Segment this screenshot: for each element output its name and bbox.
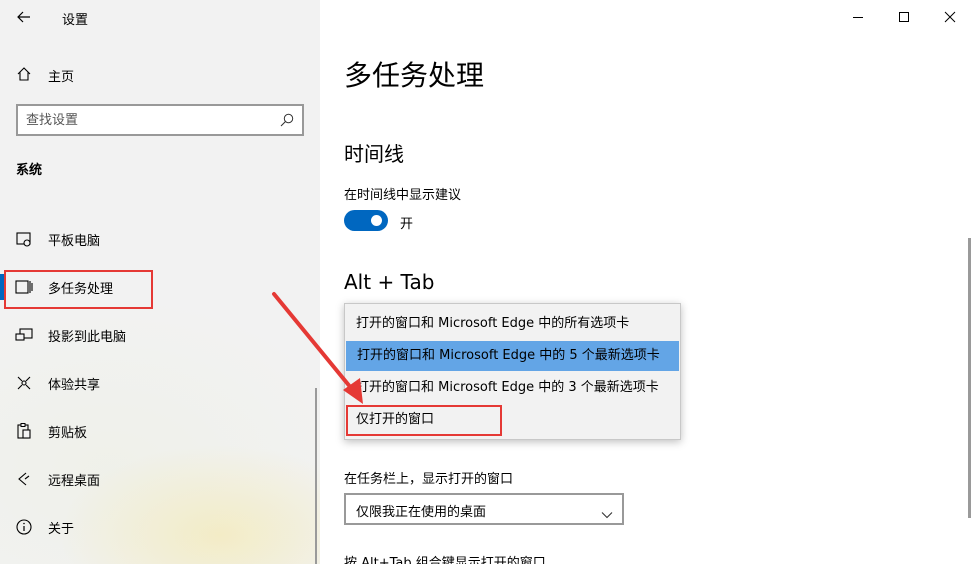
sidebar-item-label: 关于 [48, 522, 75, 537]
annotation-box-multitasking [4, 270, 153, 309]
select-value: 仅限我正在使用的桌面 [356, 505, 487, 520]
clipboard-icon [15, 422, 33, 440]
maximize-button[interactable] [887, 4, 921, 30]
alt-tab-cut-label: 按 Alt+Tab 组合键显示打开的窗口 [344, 556, 546, 564]
sidebar-item-shared[interactable]: 体验共享 [0, 362, 320, 402]
timeline-suggestions-label: 在时间线中显示建议 [344, 188, 462, 203]
page-title: 多任务处理 [344, 59, 485, 92]
maximize-icon [899, 12, 909, 22]
section-label-system: 系统 [16, 163, 43, 178]
back-arrow-icon [17, 11, 30, 23]
dropdown-option[interactable]: 打开的窗口和 Microsoft Edge 中的所有选项卡 [345, 309, 680, 339]
sidebar-item-label: 体验共享 [48, 378, 101, 393]
close-icon [944, 11, 956, 23]
dropdown-option-highlighted[interactable]: 打开的窗口和 Microsoft Edge 中的 5 个最新选项卡 [346, 341, 679, 371]
shared-experiences-icon [15, 374, 33, 392]
sidebar-item-clipboard[interactable]: 剪贴板 [0, 410, 320, 450]
taskbar-windows-select[interactable]: 仅限我正在使用的桌面 [344, 493, 624, 525]
toggle-knob [371, 215, 382, 226]
search-icon[interactable] [279, 112, 295, 132]
timeline-heading: 时间线 [344, 142, 404, 166]
home-icon [16, 66, 32, 86]
sidebar-item-label: 远程桌面 [48, 474, 101, 489]
tablet-icon [15, 230, 33, 248]
chevron-down-icon [601, 504, 613, 523]
home-nav-item[interactable]: 主页 [0, 58, 320, 90]
annotation-box-windows-only [346, 405, 502, 436]
minimize-icon [853, 17, 863, 18]
back-button[interactable] [10, 4, 38, 30]
sidebar-item-remote-desktop[interactable]: 远程桌面 [0, 458, 320, 498]
timeline-suggestions-toggle[interactable] [344, 210, 388, 231]
sidebar-item-project[interactable]: 投影到此电脑 [0, 314, 320, 354]
alt-tab-heading: Alt + Tab [344, 270, 435, 294]
search-box[interactable] [16, 104, 304, 136]
sidebar-item-label: 平板电脑 [48, 234, 101, 249]
close-button[interactable] [933, 4, 967, 30]
info-icon [15, 518, 33, 536]
search-input[interactable] [26, 111, 266, 129]
sidebar-item-about[interactable]: 关于 [0, 506, 320, 546]
sidebar-item-tablet[interactable]: 平板电脑 [0, 218, 320, 258]
sidebar-scrollbar[interactable] [315, 388, 317, 564]
sidebar-item-label: 投影到此电脑 [48, 330, 127, 345]
dropdown-option[interactable]: 打开的窗口和 Microsoft Edge 中的 3 个最新选项卡 [345, 373, 680, 403]
toggle-state-label: 开 [400, 217, 414, 232]
main-content: 多任务处理 时间线 在时间线中显示建议 开 Alt + Tab 在任务栏上，显示… [320, 0, 974, 564]
project-icon [15, 326, 33, 344]
home-label: 主页 [48, 70, 75, 85]
title-bar-left: 设置 [0, 0, 320, 34]
app-title: 设置 [62, 13, 89, 28]
remote-desktop-icon [15, 470, 33, 488]
minimize-button[interactable] [841, 4, 875, 30]
taskbar-windows-label: 在任务栏上，显示打开的窗口 [344, 472, 514, 487]
main-scrollbar[interactable] [968, 238, 971, 518]
sidebar-item-label: 剪贴板 [48, 426, 88, 441]
